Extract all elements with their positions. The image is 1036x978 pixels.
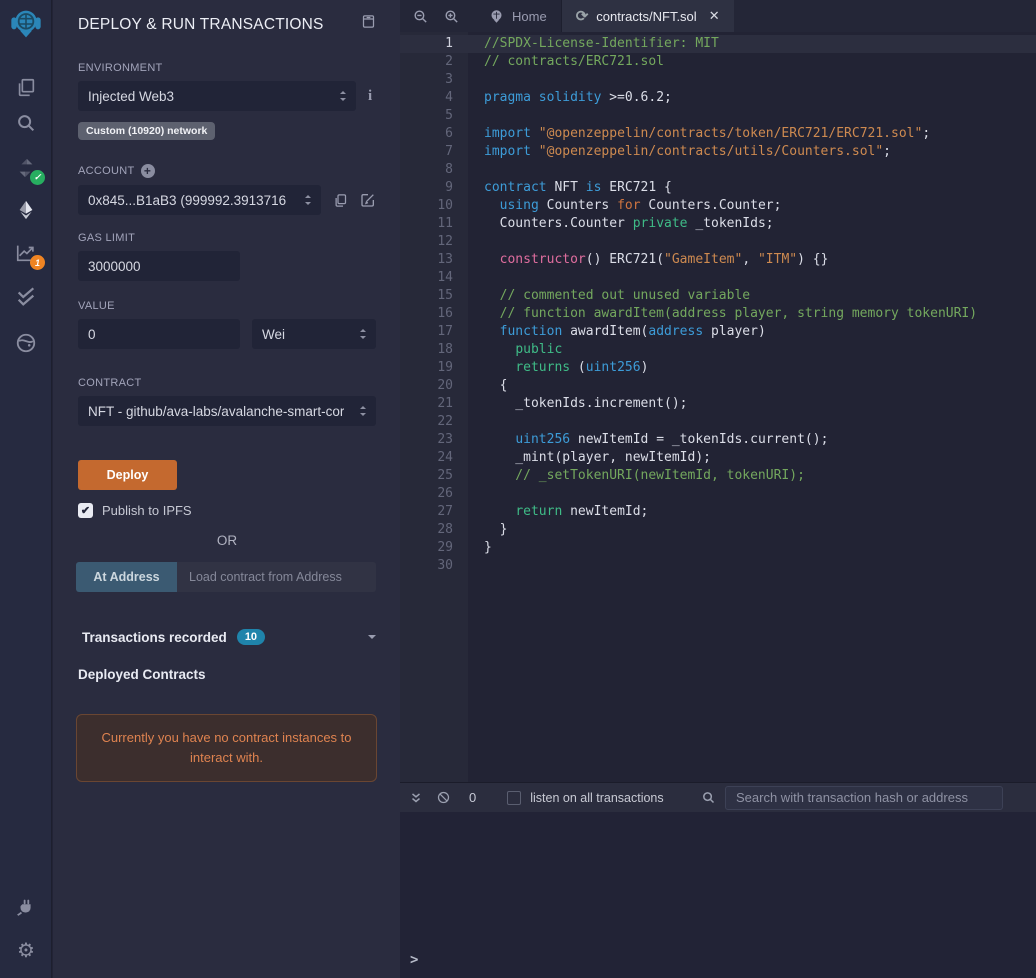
code-line: 16 // function awardItem(address player,… bbox=[400, 305, 1036, 323]
remix-home-icon bbox=[489, 9, 504, 24]
code-line: 19 returns (uint256) bbox=[400, 359, 1036, 377]
code-line: 17 function awardItem(address player) bbox=[400, 323, 1036, 341]
account-select[interactable]: 0x845...B1aB3 (999992.3913716 bbox=[78, 185, 321, 215]
icon-sidebar: ✓ 1 bbox=[0, 0, 52, 978]
contract-label: CONTRACT bbox=[78, 377, 376, 389]
code-area: 1//SPDX-License-Identifier: MIT2// contr… bbox=[400, 32, 1036, 575]
select-arrows-icon bbox=[305, 192, 311, 208]
terminal-search-icon bbox=[701, 790, 716, 805]
no-instances-alert: Currently you have no contract instances… bbox=[76, 714, 377, 782]
code-line: 26 bbox=[400, 485, 1036, 503]
code-line: 23 uint256 newItemId = _tokenIds.current… bbox=[400, 431, 1036, 449]
statistics-icon[interactable]: 1 bbox=[14, 241, 38, 265]
code-line: 21 _tokenIds.increment(); bbox=[400, 395, 1036, 413]
unit-testing-icon[interactable] bbox=[14, 285, 38, 309]
code-line: 15 // commented out unused variable bbox=[400, 287, 1036, 305]
deployed-contracts-title: Deployed Contracts bbox=[78, 667, 376, 682]
contract-select[interactable]: NFT - github/ava-labs/avalanche-smart-co… bbox=[78, 396, 376, 426]
remix-logo-icon[interactable] bbox=[10, 8, 42, 40]
terminal-search-input[interactable] bbox=[725, 786, 1003, 810]
code-line: 13 constructor() ERC721("GameItem", "ITM… bbox=[400, 251, 1036, 269]
deploy-button[interactable]: Deploy bbox=[78, 460, 177, 490]
code-line: 5 bbox=[400, 107, 1036, 125]
network-badge: Custom (10920) network bbox=[78, 122, 215, 140]
deploy-run-panel: DEPLOY & RUN TRANSACTIONS ENVIRONMENT In… bbox=[53, 0, 400, 978]
solidity-compiler-icon[interactable]: ✓ bbox=[14, 156, 38, 180]
code-line: 8 bbox=[400, 161, 1036, 179]
at-address-button[interactable]: At Address bbox=[76, 562, 177, 592]
value-input[interactable] bbox=[78, 319, 240, 349]
publish-ipfs-checkbox[interactable]: ✔ bbox=[78, 503, 93, 518]
settings-icon[interactable]: ⚙ bbox=[14, 939, 38, 963]
code-line: 30 bbox=[400, 557, 1036, 575]
code-line: 20 { bbox=[400, 377, 1036, 395]
or-text: OR bbox=[78, 533, 376, 548]
code-editor[interactable]: 1//SPDX-License-Identifier: MIT2// contr… bbox=[400, 32, 1036, 782]
tab-contracts-nft-sol[interactable]: ⟳ contracts/NFT.sol ✕ bbox=[561, 0, 734, 32]
code-line: 22 bbox=[400, 413, 1036, 431]
statistics-count-badge: 1 bbox=[30, 255, 45, 270]
collapse-terminal-icon[interactable] bbox=[409, 791, 423, 805]
gas-limit-label: GAS LIMIT bbox=[78, 232, 376, 244]
code-line: 3 bbox=[400, 71, 1036, 89]
add-account-icon[interactable]: + bbox=[141, 164, 155, 178]
listen-transactions-label: listen on all transactions bbox=[530, 791, 663, 805]
listen-transactions-checkbox[interactable] bbox=[507, 791, 521, 805]
chevron-down-icon bbox=[368, 635, 376, 643]
code-line: 29} bbox=[400, 539, 1036, 557]
tab-home[interactable]: Home bbox=[475, 0, 561, 32]
code-line: 24 _mint(player, newItemId); bbox=[400, 449, 1036, 467]
zoom-in-icon[interactable] bbox=[436, 0, 467, 32]
code-line: 4pragma solidity >=0.6.2; bbox=[400, 89, 1036, 107]
compiler-success-badge: ✓ bbox=[30, 170, 45, 185]
zoom-out-icon[interactable] bbox=[405, 0, 436, 32]
panel-title: DEPLOY & RUN TRANSACTIONS bbox=[78, 14, 324, 34]
terminal-prompt: > bbox=[410, 952, 418, 968]
code-line: 1//SPDX-License-Identifier: MIT bbox=[400, 35, 1036, 53]
gas-limit-input[interactable] bbox=[78, 251, 240, 281]
code-line: 18 public bbox=[400, 341, 1036, 359]
close-tab-icon[interactable]: ✕ bbox=[709, 8, 720, 24]
environment-info-icon[interactable]: i bbox=[368, 88, 372, 105]
environment-label: ENVIRONMENT bbox=[78, 62, 376, 74]
code-line: 10 using Counters for Counters.Counter; bbox=[400, 197, 1036, 215]
code-line: 25 // _setTokenURI(newItemId, tokenURI); bbox=[400, 467, 1036, 485]
select-arrows-icon bbox=[360, 403, 366, 419]
at-address-input[interactable] bbox=[177, 562, 376, 592]
deploy-run-icon[interactable] bbox=[14, 198, 38, 222]
code-line: 2// contracts/ERC721.sol bbox=[400, 53, 1036, 71]
select-arrows-icon bbox=[340, 88, 346, 104]
plugin-doc-icon[interactable] bbox=[361, 14, 376, 29]
transactions-recorded-toggle[interactable]: Transactions recorded 10 bbox=[78, 629, 376, 645]
publish-ipfs-label: Publish to IPFS bbox=[102, 503, 192, 518]
main-area: Home ⟳ contracts/NFT.sol ✕ 1//SPDX-Licen… bbox=[400, 0, 1036, 978]
code-line: 27 return newItemId; bbox=[400, 503, 1036, 521]
sourcify-icon[interactable] bbox=[14, 331, 38, 355]
value-label: VALUE bbox=[78, 300, 376, 312]
code-line: 11 Counters.Counter private _tokenIds; bbox=[400, 215, 1036, 233]
solidity-file-icon: ⟳ bbox=[576, 9, 589, 24]
remix-ide-window: ✓ 1 bbox=[0, 0, 1036, 978]
value-unit-select[interactable]: Wei bbox=[252, 319, 376, 349]
code-line: 12 bbox=[400, 233, 1036, 251]
clear-console-icon[interactable] bbox=[436, 790, 451, 805]
terminal-tx-count: 0 bbox=[469, 790, 476, 805]
code-line: 9contract NFT is ERC721 { bbox=[400, 179, 1036, 197]
select-arrows-icon bbox=[360, 326, 366, 342]
code-line: 28 } bbox=[400, 521, 1036, 539]
transactions-count-badge: 10 bbox=[237, 629, 265, 645]
sign-message-icon[interactable] bbox=[360, 192, 376, 208]
file-explorer-icon[interactable] bbox=[14, 76, 38, 100]
terminal-output[interactable]: > bbox=[400, 812, 1036, 978]
code-line: 6import "@openzeppelin/contracts/token/E… bbox=[400, 125, 1036, 143]
environment-select[interactable]: Injected Web3 bbox=[78, 81, 356, 111]
code-line: 7import "@openzeppelin/contracts/utils/C… bbox=[400, 143, 1036, 161]
account-label: ACCOUNT bbox=[78, 165, 135, 177]
terminal-bar: 0 listen on all transactions bbox=[400, 782, 1036, 812]
search-icon[interactable] bbox=[14, 111, 38, 135]
code-line: 14 bbox=[400, 269, 1036, 287]
plugin-manager-icon[interactable] bbox=[14, 895, 38, 919]
tab-bar: Home ⟳ contracts/NFT.sol ✕ bbox=[400, 0, 1036, 32]
copy-account-icon[interactable] bbox=[333, 193, 348, 208]
